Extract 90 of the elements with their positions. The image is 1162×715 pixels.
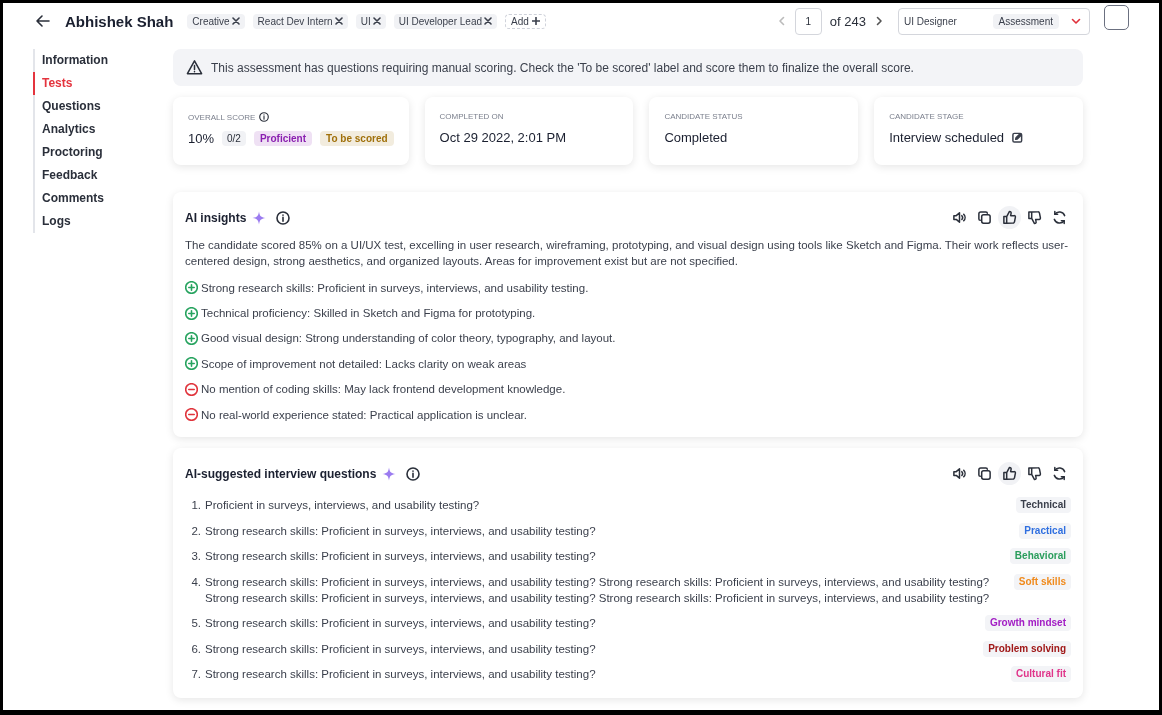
candidate-name: Abhishek Shah (65, 12, 174, 30)
remove-icon[interactable] (484, 17, 493, 25)
copy-icon[interactable] (977, 466, 992, 482)
insight-text: Good visual design: Strong understanding of color theory, typography, and layout. (201, 332, 616, 345)
status-badge: Proficient (253, 131, 313, 146)
alert-text: This assessment has questions requiring manual scoring. Check the 'To be scored' label and score them to finalize the overall score. (211, 60, 914, 75)
question-number: 5. (190, 616, 201, 632)
question-text: Proficient in surveys, interviews, and usability testing? (205, 498, 481, 514)
stat-label: CANDIDATE STATUS (664, 112, 743, 121)
stat-value: 10% (188, 131, 215, 146)
add-tag-button[interactable]: Add (505, 13, 546, 29)
info-icon[interactable] (276, 210, 291, 225)
tag-chip[interactable]: UI (355, 13, 386, 29)
sidebar-item[interactable]: Feedback (33, 164, 173, 187)
info-icon[interactable] (259, 112, 270, 122)
question-text: Strong research skills: Proficient in surveys, interviews, and usability testing? (205, 641, 597, 657)
category-tag: Practical (1019, 522, 1071, 539)
chevron-down-icon (1071, 16, 1081, 26)
speaker-icon[interactable] (952, 210, 967, 225)
refresh-icon[interactable] (1052, 210, 1067, 225)
refresh-icon[interactable] (1052, 466, 1067, 482)
stat-label: CANDIDATE STAGE (889, 112, 964, 121)
warning-icon (186, 59, 203, 76)
question-number: 4. (190, 574, 201, 590)
back-arrow-icon[interactable] (35, 13, 51, 29)
stat-label: COMPLETED ON (439, 112, 504, 121)
insight-text: Technical proficiency: Skilled in Sketch and Figma for prototyping. (201, 307, 536, 320)
category-tag: Problem solving (983, 640, 1071, 657)
thumbs-up-icon (1002, 466, 1017, 482)
sidebar-item[interactable]: Analytics (33, 118, 173, 141)
sidebar-item[interactable]: Information (33, 49, 173, 72)
edit-icon[interactable] (1012, 132, 1024, 143)
remove-icon[interactable] (334, 17, 343, 25)
stat-value: Interview scheduled (889, 130, 1005, 145)
plus-circle-icon (185, 281, 198, 295)
stat-label: OVERALL SCORE (188, 112, 256, 122)
thumbs-up-icon (1002, 210, 1017, 225)
dropdown-value: UI Designer (904, 15, 958, 27)
question-number: 7. (190, 667, 201, 683)
insight-text: No real-world experience stated: Practical application is unclear. (201, 408, 527, 421)
like-button[interactable] (998, 462, 1021, 486)
card-title: AI insights (185, 210, 247, 225)
category-tag: Technical (1015, 497, 1071, 514)
insight-text: Scope of improvement not detailed: Lacks clarity on weak areas (201, 357, 527, 370)
plus-circle-icon (185, 331, 198, 345)
plus-circle-icon (185, 357, 198, 371)
plus-icon (531, 17, 540, 25)
plus-circle-icon (185, 306, 198, 320)
role-dropdown[interactable]: UI Designer Assessment (898, 7, 1090, 35)
insight-text: No mention of coding skills: May lack frontend development knowledge. (201, 383, 566, 396)
copy-icon[interactable] (977, 210, 992, 225)
page-total: of 243 (829, 13, 866, 29)
remove-icon[interactable] (231, 17, 240, 25)
question-text: Strong research skills: Proficient in surveys, interviews, and usability testing? (205, 616, 597, 632)
category-tag: Growth mindset (984, 615, 1071, 632)
next-icon[interactable] (874, 16, 884, 26)
category-tag: Cultural fit (1011, 666, 1071, 683)
question-number: 3. (190, 549, 201, 565)
info-icon[interactable] (406, 466, 421, 481)
question-text: Strong research skills: Proficient in surveys, interviews, and usability testing? Strong research skills: Proficient in surveys, interviews, and usability testing? Strong research skills: Proficient in surveys, interviews, and usability testing? Strong research skills: Proficient in surveys, interviews, and usability testing? (205, 574, 991, 606)
score-fraction: 0/2 (222, 131, 246, 146)
sidebar-item[interactable]: Questions (33, 95, 173, 118)
question-text: Strong research skills: Proficient in surveys, interviews, and usability testing? (205, 523, 597, 539)
card-title: AI-suggested interview questions (185, 466, 377, 481)
question-number: 1. (190, 498, 201, 514)
tag-chip[interactable]: UI Developer Lead (393, 13, 498, 29)
insight-text: Strong research skills: Proficient in surveys, interviews, and usability testing. (201, 281, 589, 294)
question-number: 6. (190, 641, 201, 657)
type-chip: Assessment (992, 13, 1059, 29)
category-tag: Soft skills (1013, 573, 1071, 590)
status-badge: To be scored (320, 131, 394, 146)
thumbs-down-icon[interactable] (1027, 210, 1042, 225)
stat-value: Oct 29 2022, 2:01 PM (439, 130, 567, 145)
thumbs-down-icon[interactable] (1027, 466, 1042, 482)
square-button[interactable] (1104, 4, 1129, 30)
summary-text: The candidate scored 85% on a UI/UX test, excelling in user research, wireframing, prototyping, and visual design using tools like Sketch and Figma. Their work reflects user-centered design, strong aesthetics, and organized layouts. Areas for improvement exist but are not specified. (185, 238, 1070, 269)
page-number-field[interactable]: 1 (794, 7, 822, 35)
speaker-icon[interactable] (952, 466, 967, 482)
tag-chip[interactable]: Creative (187, 13, 245, 29)
question-text: Strong research skills: Proficient in surveys, interviews, and usability testing? (205, 549, 597, 565)
question-text: Strong research skills: Proficient in surveys, interviews, and usability testing? (205, 667, 597, 683)
like-button[interactable] (998, 206, 1021, 229)
question-number: 2. (190, 523, 201, 539)
sidebar-item[interactable]: Logs (33, 210, 173, 233)
tag-chip[interactable]: React Dev Intern (252, 13, 348, 29)
remove-icon[interactable] (372, 17, 381, 25)
category-tag: Behavioral (1009, 548, 1071, 565)
sidebar-item[interactable]: Comments (33, 187, 173, 210)
stat-value: Completed (664, 130, 728, 145)
sidebar-item[interactable]: Proctoring (33, 141, 173, 164)
